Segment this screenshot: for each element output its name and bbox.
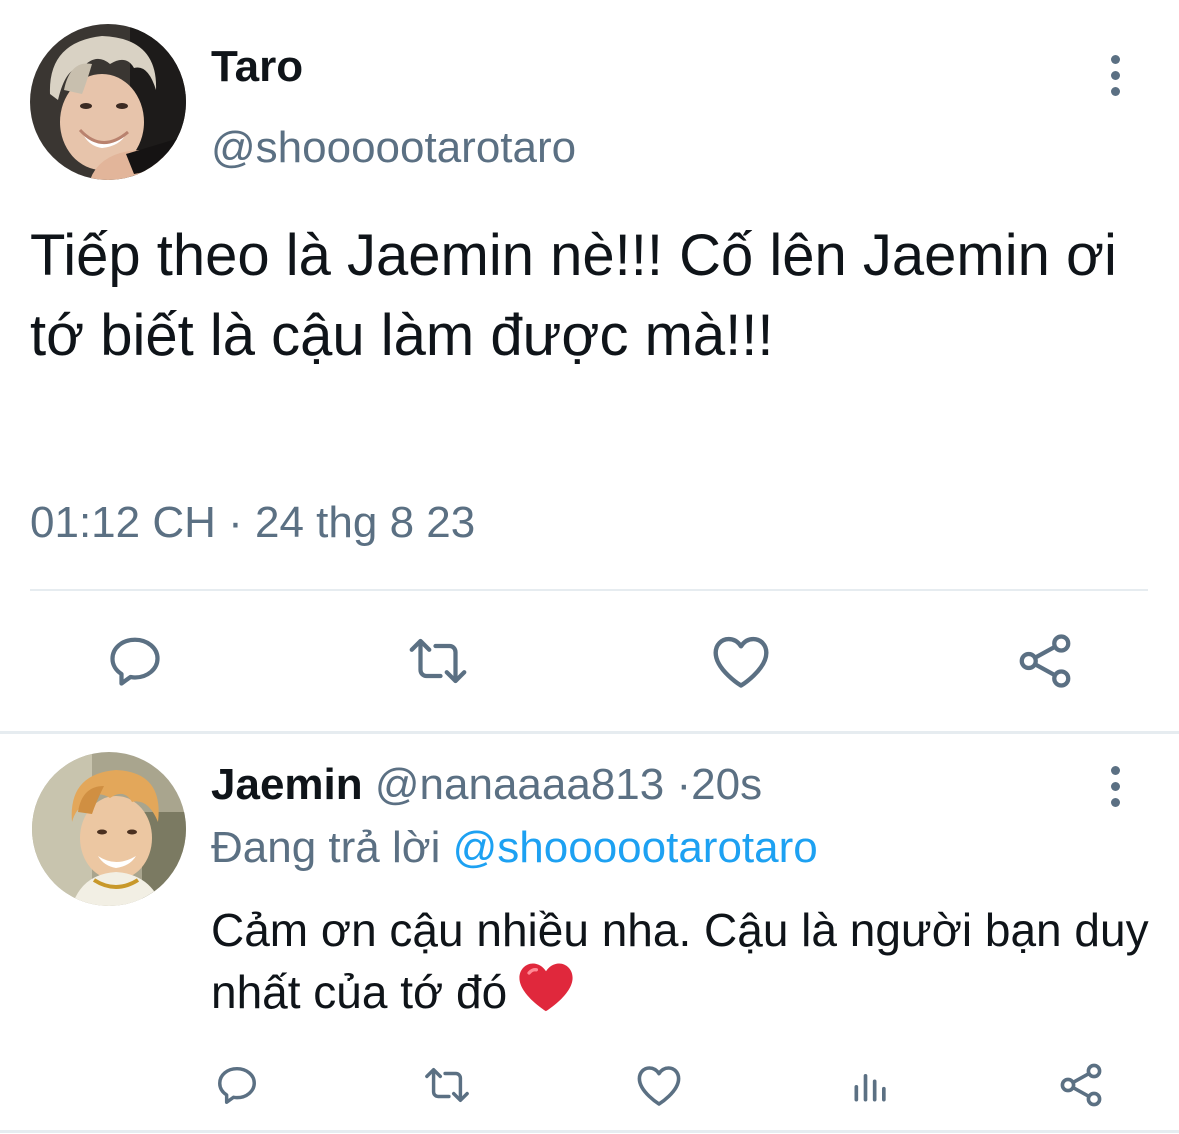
reply-author-meta: @nanaaaa813 ·20s <box>375 760 762 809</box>
reply-text: Cảm ơn cậu nhiều nha. Cậu là người bạn d… <box>211 900 1151 1028</box>
tweet-date: 24 thg 8 23 <box>255 498 476 547</box>
more-options-icon[interactable] <box>1100 756 1130 816</box>
reply-header: Jaemin @nanaaaa813 ·20s <box>211 757 762 813</box>
replying-to-handle[interactable]: @shoooootarotaro <box>453 823 818 872</box>
reply-text-content: Cảm ơn cậu nhiều nha. Cậu là người bạn d… <box>211 904 1149 1018</box>
replying-to: Đang trả lời @shoooootarotaro <box>211 820 818 876</box>
like-icon[interactable] <box>706 628 776 694</box>
reply-author-name[interactable]: Jaemin <box>211 760 363 809</box>
divider <box>0 1130 1179 1133</box>
replying-to-label: Đang trả lời <box>211 823 441 872</box>
tweet-time: 01:12 CH <box>30 498 216 547</box>
reply-icon[interactable] <box>210 1058 264 1112</box>
divider <box>0 731 1179 734</box>
meta-separator: · <box>676 760 692 809</box>
reply-age: 20s <box>691 760 763 809</box>
like-icon[interactable] <box>632 1058 686 1112</box>
tweet-timestamp: 01:12 CH · 24 thg 8 23 <box>30 494 475 552</box>
author-name[interactable]: Taro <box>211 40 303 94</box>
share-icon[interactable] <box>1054 1058 1108 1112</box>
reply-icon[interactable] <box>100 628 170 694</box>
taro-avatar[interactable] <box>30 24 186 180</box>
tweet-text: Tiếp theo là Jaemin nè!!! Cố lên Jaemin … <box>30 223 1117 368</box>
jaemin-avatar-photo <box>32 752 186 906</box>
time-separator: · <box>228 498 243 547</box>
retweet-icon[interactable] <box>418 1058 476 1112</box>
red-heart-emoji <box>517 960 575 1028</box>
divider <box>30 589 1148 591</box>
taro-avatar-photo <box>30 24 186 180</box>
author-handle[interactable]: @shoooootarotaro <box>211 120 576 176</box>
analytics-icon[interactable] <box>844 1058 898 1112</box>
jaemin-avatar[interactable] <box>32 752 186 906</box>
reply-author-handle[interactable]: @nanaaaa813 <box>375 760 664 809</box>
retweet-icon[interactable] <box>402 628 474 694</box>
share-icon[interactable] <box>1010 628 1080 694</box>
more-options-icon[interactable] <box>1100 45 1130 105</box>
